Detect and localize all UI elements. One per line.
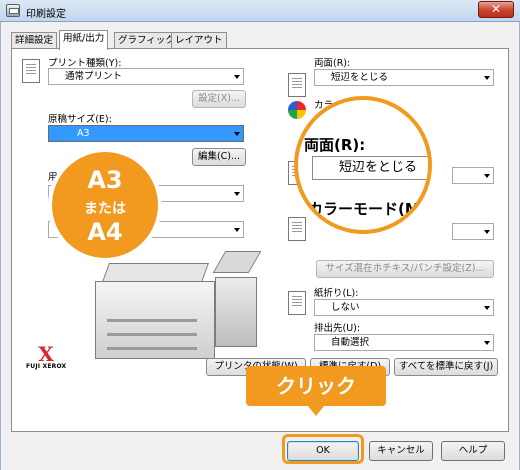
output-value: 自動選択 [331,337,370,348]
print-type-label: プリント種類(Y): [48,58,122,69]
fold-icon [288,291,306,315]
duplex-select[interactable]: 短辺をとじる [314,69,494,86]
window-title: 印刷設定 [26,9,66,20]
chevron-down-icon [234,75,240,79]
annotation-size-a4: A4 [87,218,123,246]
color-mode-icon [288,101,306,119]
fold-select[interactable]: しない [314,299,494,316]
output-label: 排出先(U): [314,323,361,334]
color-mode-select[interactable] [452,167,494,184]
printer-icon [6,4,20,17]
zoom-color-label: カラーモード(M): [308,200,432,218]
chevron-down-icon [484,174,490,178]
mixed-size-staple-button[interactable]: サイズ混在ホチキス/パンチ設定(Z)... [316,260,494,278]
chevron-down-icon [484,76,490,80]
fold-value: しない [331,302,360,313]
chevron-down-icon [234,132,240,136]
help-button[interactable]: ヘルプ [441,441,505,461]
cancel-button[interactable]: キャンセル [369,441,433,461]
tab-layout[interactable]: レイアウト [171,32,227,49]
duplex-icon [288,73,306,97]
paper-size-select[interactable]: A3 [48,125,244,142]
click-callout: クリック [246,366,386,416]
paper-size-label: 原稿サイズ(E): [48,114,112,125]
close-button[interactable]: ✕ [478,1,514,18]
zoom-duplex-value: 短辺をとじる [339,160,418,175]
annotation-size-a3: A3 [87,166,123,194]
duplex-label: 両面(R): [314,58,351,69]
tab-advanced[interactable]: 詳細設定 [11,32,58,49]
fuji-xerox-logo: X FUJI XEROX [26,342,67,370]
paper-size-value: A3 [77,128,90,139]
settings-button[interactable]: 設定(X)... [192,90,246,108]
duplex-zoom-annotation: 両面(R): 短辺をとじる カラーモード(M): [294,96,432,234]
printer-illustration [87,249,262,361]
chevron-down-icon [484,341,490,345]
duplex-value: 短辺をとじる [331,72,389,83]
print-type-select[interactable]: 通常プリント [48,68,244,85]
output-select[interactable]: 自動選択 [314,334,494,351]
xerox-brand-text: FUJI XEROX [26,363,67,370]
xerox-x-mark: X [38,342,54,366]
tab-paper-output[interactable]: 用紙/出力 [59,30,109,50]
chevron-down-icon [484,230,490,234]
ok-highlight-ring [282,434,364,464]
reset-all-button[interactable]: すべてを標準に戻す(J) [394,358,498,376]
chevron-down-icon [234,228,240,232]
chevron-down-icon [234,192,240,196]
fold-label: 紙折り(L): [314,288,359,299]
print-type-icon [22,59,40,83]
print-type-value: 通常プリント [65,71,123,82]
annotation-size-or: または [84,201,126,217]
punch-icon [288,217,306,241]
color-option-select[interactable] [452,223,494,240]
chevron-down-icon [484,306,490,310]
edit-button[interactable]: 編集(C)... [192,148,246,166]
zoom-duplex-label: 両面(R): [304,136,366,154]
window-titlebar: 印刷設定 ✕ [0,0,520,22]
zoom-duplex-select: 短辺をとじる [312,156,428,180]
